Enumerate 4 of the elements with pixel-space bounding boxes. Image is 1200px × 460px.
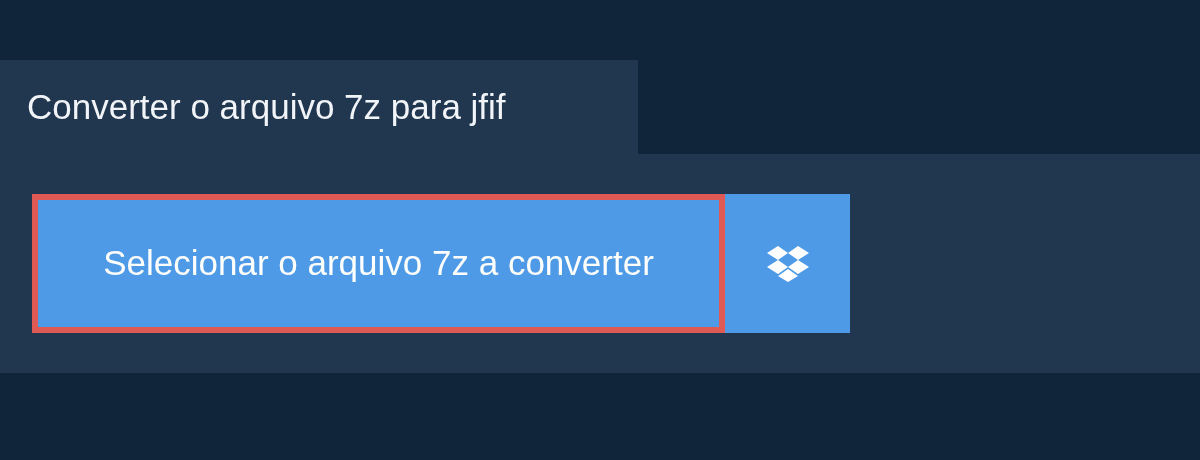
tab[interactable]: Converter o arquivo 7z para jfif <box>0 60 638 154</box>
dropbox-icon <box>766 245 809 282</box>
dropbox-button[interactable] <box>725 194 850 333</box>
tab-title: Converter o arquivo 7z para jfif <box>27 85 506 128</box>
